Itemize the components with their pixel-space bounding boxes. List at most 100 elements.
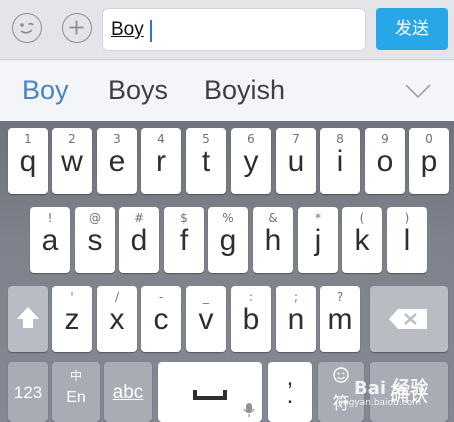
microphone-icon <box>243 403 255 417</box>
key-b[interactable]: :b <box>231 286 271 352</box>
key-sub-label: # <box>133 211 145 225</box>
key-label: e <box>108 145 126 178</box>
confirm-key[interactable]: 确认 <box>370 362 448 422</box>
key-sub-label: - <box>158 290 164 304</box>
key-sub-label: & <box>268 211 278 225</box>
symbols-key-label: 符 <box>332 394 350 414</box>
text-caret <box>150 20 152 42</box>
key-label: u <box>287 145 305 178</box>
key-sub-label: _ <box>203 290 209 304</box>
key-sub-label: 1 <box>24 132 32 146</box>
candidate-item[interactable]: Boys <box>108 75 168 106</box>
key-f[interactable]: $ f <box>164 207 204 273</box>
key-label: r <box>156 145 166 178</box>
key-q[interactable]: 1q <box>8 128 48 194</box>
key-c[interactable]: -c <box>141 286 181 352</box>
abc-key[interactable]: abc <box>104 362 152 422</box>
confirm-key-label: 确认 <box>389 384 428 406</box>
candidate-item[interactable]: Boyish <box>204 75 285 106</box>
send-button[interactable]: 发送 <box>376 8 448 50</box>
key-sub-label: 6 <box>247 132 255 146</box>
smiley-face-icon <box>333 367 349 383</box>
key-o[interactable]: 9o <box>365 128 405 194</box>
key-sub-label: 8 <box>336 132 344 146</box>
key-sub-label: ) <box>404 211 410 225</box>
space-bar-icon <box>193 390 227 400</box>
key-label: c <box>153 303 169 336</box>
key-v[interactable]: _ v <box>186 286 226 352</box>
punctuation-key[interactable]: , . <box>268 362 312 422</box>
key-label: t <box>201 145 211 178</box>
message-input[interactable]: Boy <box>102 8 366 51</box>
key-label: f <box>179 224 189 257</box>
key-p[interactable]: 0p <box>409 128 449 194</box>
shift-key[interactable] <box>8 286 48 352</box>
key-t[interactable]: 5t <box>186 128 226 194</box>
chevron-down-icon[interactable] <box>404 82 432 100</box>
key-e[interactable]: 3e <box>97 128 137 194</box>
key-n[interactable]: ; n <box>276 286 316 352</box>
key-sub-label: $ <box>180 211 188 225</box>
key-x[interactable]: / x <box>97 286 137 352</box>
key-sub-label: * <box>315 211 321 225</box>
space-key[interactable] <box>158 362 262 422</box>
key-label: h <box>264 224 282 257</box>
key-s[interactable]: @ s <box>75 207 115 273</box>
message-input-value: Boy <box>111 19 144 40</box>
key-label: s <box>87 224 103 257</box>
key-sub-label: / <box>114 290 120 304</box>
key-sub-label: ? <box>336 290 344 304</box>
candidate-bar: Boy Boys Boyish <box>0 61 454 121</box>
key-h[interactable]: & h <box>253 207 293 273</box>
key-label: l <box>403 224 411 257</box>
key-sub-label: @ <box>89 211 101 225</box>
numbers-key[interactable]: 123 <box>8 362 48 422</box>
input-bar: Boy 发送 <box>0 0 454 60</box>
symbols-key[interactable]: 符 <box>318 362 364 422</box>
key-sub-label: 4 <box>157 132 165 146</box>
language-switch-key[interactable]: 中 En <box>52 362 100 422</box>
key-sub-label: : <box>248 290 254 304</box>
key-g[interactable]: % g <box>208 207 248 273</box>
plus-icon[interactable] <box>62 13 92 43</box>
key-label: b <box>242 303 260 336</box>
key-label: q <box>19 145 37 178</box>
key-sub-label: 7 <box>292 132 300 146</box>
key-label: x <box>109 303 125 336</box>
key-label: a <box>41 224 59 257</box>
punctuation-bottom: . <box>286 382 294 409</box>
key-label: n <box>287 303 305 336</box>
key-label: g <box>219 224 237 257</box>
key-label: z <box>64 303 80 336</box>
abc-key-label: abc <box>112 382 144 403</box>
key-label: v <box>198 303 214 336</box>
key-label: w <box>61 145 83 178</box>
key-a[interactable]: ! a <box>30 207 70 273</box>
key-y[interactable]: 6y <box>231 128 271 194</box>
key-i[interactable]: 8i <box>320 128 360 194</box>
key-label: y <box>243 145 259 178</box>
key-sub-label: 9 <box>381 132 389 146</box>
key-m[interactable]: ? m <box>320 286 360 352</box>
space-key-graphics <box>193 390 255 417</box>
key-sub-label: 5 <box>202 132 210 146</box>
key-w[interactable]: 2w <box>52 128 92 194</box>
key-z[interactable]: ' z <box>52 286 92 352</box>
key-j[interactable]: * j <box>298 207 338 273</box>
key-sub-label: ; <box>293 290 299 304</box>
key-sub-label: % <box>222 211 234 225</box>
key-label: o <box>376 145 394 178</box>
key-k[interactable]: (k <box>342 207 382 273</box>
candidate-item[interactable]: Boy <box>22 75 69 106</box>
key-d[interactable]: # d <box>119 207 159 273</box>
key-sub-label: ! <box>47 211 53 225</box>
smiley-face-icon[interactable] <box>12 13 42 43</box>
key-u[interactable]: 7u <box>276 128 316 194</box>
key-r[interactable]: 4r <box>141 128 181 194</box>
key-label: m <box>327 303 353 336</box>
backspace-key[interactable] <box>370 286 448 352</box>
language-key-top: 中 <box>69 369 82 383</box>
key-l[interactable]: ) l <box>387 207 427 273</box>
key-sub-label: ( <box>359 211 365 225</box>
key-label: k <box>354 224 370 257</box>
